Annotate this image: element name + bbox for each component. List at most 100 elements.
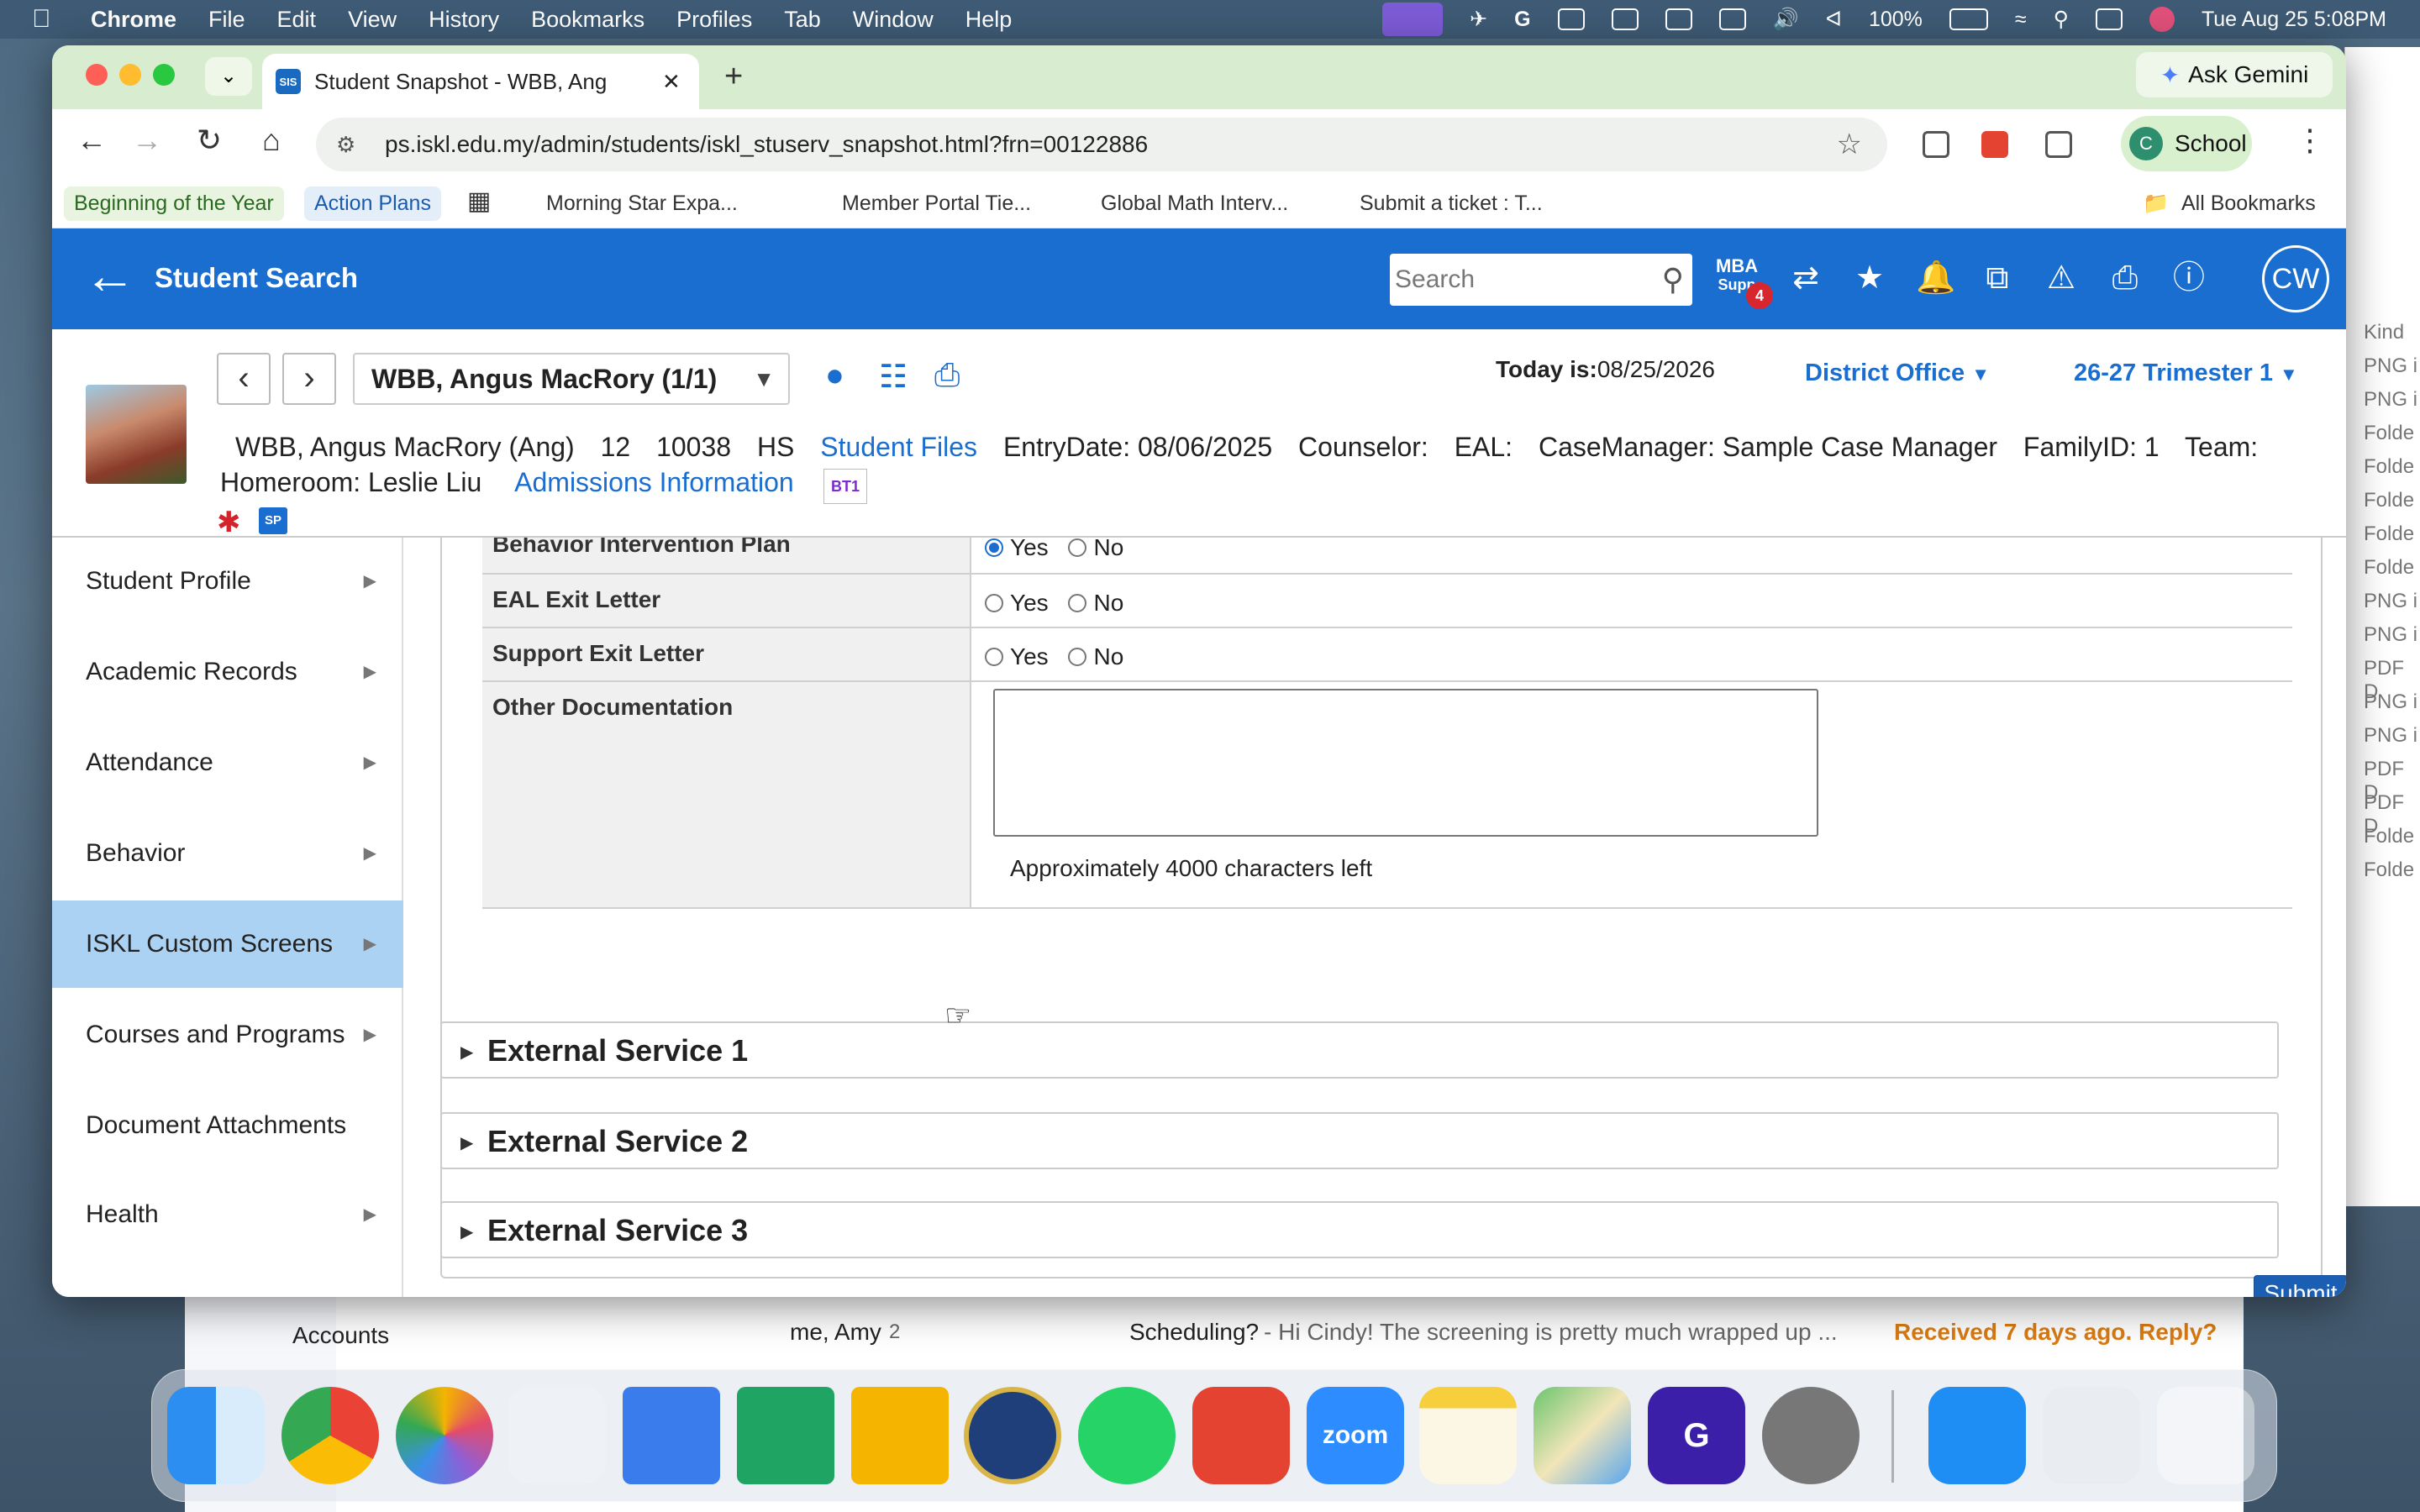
control-center-icon[interactable]: [2095, 8, 2123, 30]
spotlight-icon[interactable]: ⚲: [2054, 7, 2069, 32]
menu-file[interactable]: File: [208, 7, 245, 33]
menu-bookmarks[interactable]: Bookmarks: [531, 7, 644, 33]
menu-app-name[interactable]: Chrome: [91, 7, 176, 33]
notification-bell-icon[interactable]: 🔔: [1916, 260, 1955, 296]
zoom-menubar-icon[interactable]: [1557, 8, 1585, 30]
keynote-icon[interactable]: [508, 1387, 606, 1484]
messages-menubar-icon[interactable]: [1611, 8, 1639, 30]
medical-alert-icon[interactable]: ✱: [217, 506, 241, 539]
all-bookmarks[interactable]: All Bookmarks: [2181, 192, 2316, 216]
submit-button[interactable]: Submit: [2254, 1275, 2346, 1297]
bookmark-beginning-of-year[interactable]: Beginning of the Year: [64, 186, 284, 221]
airplane-icon[interactable]: ✈: [1470, 7, 1487, 32]
bt1-badge[interactable]: BT1: [823, 469, 867, 504]
menu-view[interactable]: View: [348, 7, 397, 33]
sidebar-item-student-profile[interactable]: Student Profile ▶: [52, 538, 403, 625]
menubar-clock[interactable]: Tue Aug 25 5:08PM: [2202, 8, 2386, 32]
app-store-icon[interactable]: [1928, 1387, 2026, 1484]
student-files-link[interactable]: Student Files: [820, 432, 977, 462]
search-icon[interactable]: ⚲: [1662, 254, 1684, 306]
extension-upload-icon[interactable]: [1923, 131, 1949, 158]
mba-support-button[interactable]: MBA Supp 4: [1716, 257, 1773, 309]
chrome-icon[interactable]: [281, 1387, 379, 1484]
bluetooth-icon[interactable]: ᐊ: [1826, 7, 1842, 32]
print-student-icon[interactable]: ⎙: [934, 358, 960, 394]
google-docs-icon[interactable]: [623, 1387, 720, 1484]
stack-menubar-icon[interactable]: [1665, 8, 1692, 30]
todoist-icon[interactable]: [1192, 1387, 1290, 1484]
favorite-star-icon[interactable]: ★: [1852, 260, 1887, 296]
ask-gemini-button[interactable]: ✦ Ask Gemini: [2136, 52, 2333, 97]
search-input[interactable]: Search ⚲: [1390, 254, 1692, 306]
bookmark-member-portal[interactable]: Member Portal Tie...: [842, 192, 1031, 216]
url-text[interactable]: ps.iskl.edu.my/admin/students/iskl_stuse…: [385, 131, 1148, 158]
tab-search-chevron-icon[interactable]: ⌄: [205, 57, 252, 96]
map-pin-icon[interactable]: ●: [825, 358, 844, 394]
apple-menu-icon[interactable]: : [32, 5, 66, 34]
zoom-window-button[interactable]: [153, 64, 175, 86]
menu-tab[interactable]: Tab: [784, 7, 821, 33]
back-arrow-icon[interactable]: ←: [71, 123, 113, 158]
radio-yes[interactable]: [985, 538, 1003, 557]
tab-student-snapshot[interactable]: SIS Student Snapshot - WBB, Ang ✕: [262, 54, 699, 109]
menu-history[interactable]: History: [429, 7, 499, 33]
radio-no[interactable]: [1068, 538, 1087, 557]
help-icon[interactable]: ⓘ: [2171, 260, 2207, 296]
close-window-button[interactable]: [86, 64, 108, 86]
mail-row[interactable]: me, Amy 2 Scheduling? - Hi Cindy! The sc…: [185, 1304, 2244, 1354]
previous-student-chevron-icon[interactable]: ‹: [217, 353, 271, 405]
sp-badge[interactable]: SP: [259, 507, 287, 534]
bookmark-action-plans[interactable]: Action Plans: [304, 186, 441, 221]
notes-icon[interactable]: [1419, 1387, 1517, 1484]
iskl-crest-icon[interactable]: [964, 1387, 1061, 1484]
menu-profiles[interactable]: Profiles: [676, 7, 752, 33]
extension-todoist-icon[interactable]: [1981, 131, 2008, 158]
profile-button[interactable]: C School: [2121, 116, 2252, 171]
minimize-window-button[interactable]: [119, 64, 141, 86]
sidebar-item-courses-programs[interactable]: Courses and Programs ▶: [52, 991, 403, 1079]
term-selector[interactable]: 26-27 Trimester 1 ▼: [2074, 360, 2298, 387]
google-slides-icon[interactable]: [851, 1387, 949, 1484]
other-documentation-textarea[interactable]: [993, 689, 1818, 837]
trash-icon[interactable]: [2157, 1387, 2254, 1484]
user-avatar[interactable]: CW: [2262, 245, 2329, 312]
battery-percent[interactable]: 100%: [1869, 8, 1923, 32]
sidebar-item-document-attachments[interactable]: Document Attachments: [52, 1082, 403, 1169]
new-tab-plus-icon[interactable]: +: [724, 59, 743, 95]
system-settings-icon[interactable]: [1762, 1387, 1860, 1484]
external-link-icon[interactable]: ⧉: [1980, 260, 2015, 296]
external-service-3-section[interactable]: ▶ External Service 3: [440, 1201, 2279, 1258]
siri-icon[interactable]: [2149, 7, 2175, 32]
chrome-menu-icon[interactable]: ⋮: [2289, 123, 2331, 158]
maps-icon[interactable]: [1534, 1387, 1631, 1484]
sidebar-item-iskl-custom-screens[interactable]: ISKL Custom Screens ▶: [52, 900, 403, 988]
sidebar-item-health[interactable]: Health ▶: [52, 1171, 403, 1258]
preview-icon[interactable]: [2043, 1387, 2140, 1484]
district-selector[interactable]: District Office ▼: [1805, 360, 1990, 387]
menu-edit[interactable]: Edit: [277, 7, 317, 33]
battery-icon[interactable]: [1949, 8, 1988, 30]
display-menubar-icon[interactable]: [1718, 8, 1746, 30]
radio-no[interactable]: [1068, 593, 1087, 612]
bookmark-submit-ticket[interactable]: Submit a ticket : T...: [1360, 192, 1543, 216]
volume-icon[interactable]: 🔊: [1773, 8, 1799, 32]
wifi-icon[interactable]: ≈: [2015, 8, 2027, 32]
finder-icon[interactable]: [167, 1387, 265, 1484]
grammarly-icon[interactable]: G: [1648, 1387, 1745, 1484]
screen-share-icon[interactable]: [1382, 3, 1444, 36]
print-icon[interactable]: ⎙: [2107, 260, 2143, 296]
zoom-icon[interactable]: zoom: [1307, 1387, 1404, 1484]
close-tab-icon[interactable]: ✕: [662, 69, 681, 95]
next-student-chevron-icon[interactable]: ›: [282, 353, 336, 405]
admissions-link[interactable]: Admissions Information: [514, 467, 794, 497]
org-chart-icon[interactable]: ☷: [879, 358, 908, 396]
warning-icon[interactable]: ⚠: [2044, 260, 2079, 296]
radio-yes[interactable]: [985, 647, 1003, 666]
menu-help[interactable]: Help: [965, 7, 1013, 33]
whatsapp-icon[interactable]: [1078, 1387, 1176, 1484]
address-bar[interactable]: ⚙ ps.iskl.edu.my/admin/students/iskl_stu…: [316, 118, 1887, 171]
bookmark-global-math[interactable]: Global Math Interv...: [1101, 192, 1288, 216]
menu-window[interactable]: Window: [853, 7, 934, 33]
reload-icon[interactable]: ↻: [188, 123, 230, 158]
radio-no[interactable]: [1068, 647, 1087, 666]
